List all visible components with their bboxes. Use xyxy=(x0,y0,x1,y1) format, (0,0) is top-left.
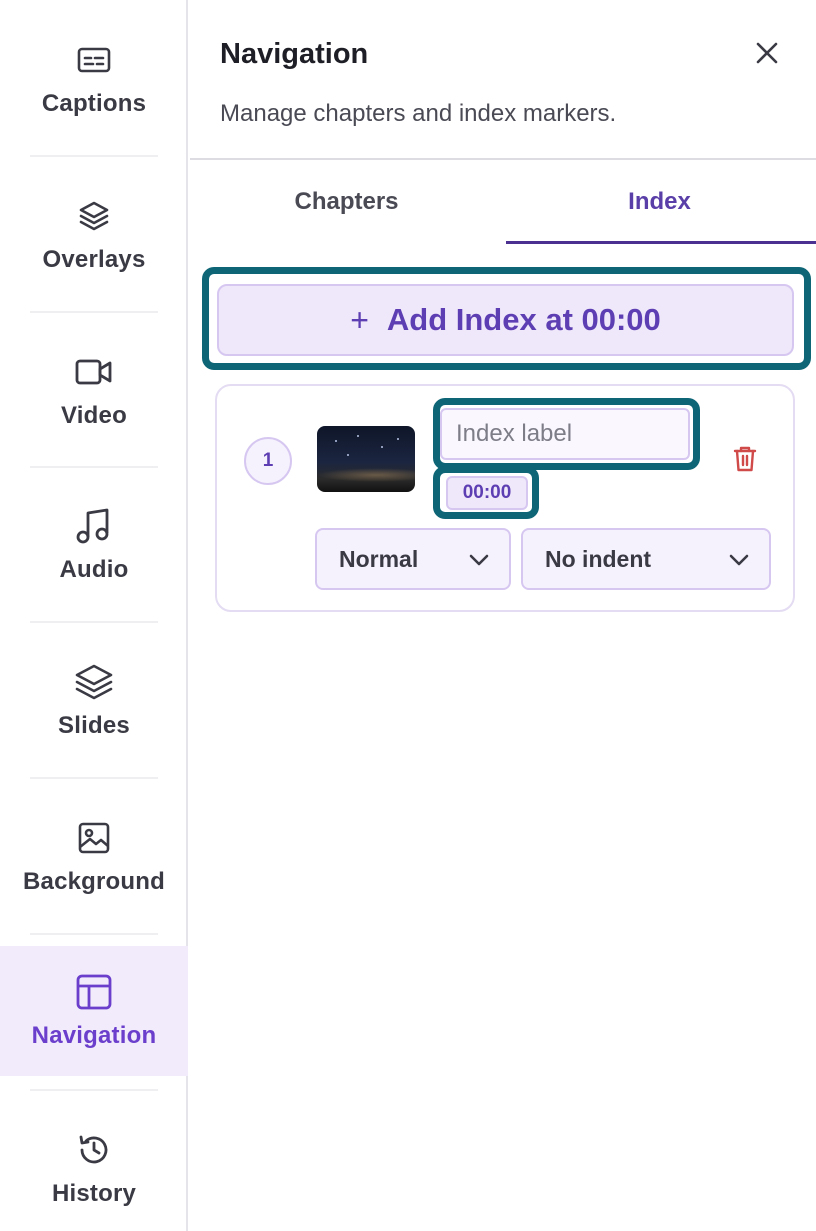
indent-select[interactable]: No indent xyxy=(521,528,771,590)
rail-divider xyxy=(30,777,158,779)
rail-divider xyxy=(30,1089,158,1091)
rail-divider xyxy=(30,621,158,623)
sidebar-rail: Captions Overlays Video Audio Slides Bac… xyxy=(0,0,188,1231)
sidebar-item-label: Video xyxy=(61,402,127,429)
rail-divider xyxy=(30,933,158,935)
delete-index-button[interactable] xyxy=(730,446,760,476)
trash-icon xyxy=(732,445,758,478)
add-index-label: Add Index at 00:00 xyxy=(386,302,661,337)
sidebar-item-captions[interactable]: Captions xyxy=(0,14,188,144)
tab-chapters[interactable]: Chapters xyxy=(190,160,503,244)
tab-index[interactable]: Index xyxy=(503,160,816,244)
sidebar-item-label: Background xyxy=(22,868,165,895)
chevron-down-icon xyxy=(467,548,491,572)
rail-divider xyxy=(30,155,158,157)
sidebar-item-label: Slides xyxy=(58,712,130,739)
highlight-outline xyxy=(433,398,700,470)
sidebar-item-audio[interactable]: Audio xyxy=(0,480,188,610)
panel-subtitle: Manage chapters and index markers. xyxy=(220,100,617,127)
close-icon xyxy=(755,41,779,70)
sidebar-item-slides[interactable]: Slides xyxy=(0,636,188,766)
plus-icon: + xyxy=(350,301,369,338)
index-number-badge: 1 xyxy=(244,437,292,485)
video-thumbnail xyxy=(317,426,415,492)
navigation-panel: Navigation Manage chapters and index mar… xyxy=(190,0,816,1231)
close-button[interactable] xyxy=(748,36,786,74)
chevron-down-icon xyxy=(727,548,751,572)
sidebar-item-label: History xyxy=(51,1180,137,1207)
rail-divider xyxy=(30,466,158,468)
music-note-icon xyxy=(74,506,114,546)
sidebar-item-label: Overlays xyxy=(42,246,146,273)
panel-title: Navigation xyxy=(220,38,369,70)
video-camera-icon xyxy=(74,352,114,392)
sidebar-item-label: Navigation xyxy=(31,1022,157,1049)
layers-icon xyxy=(74,196,114,236)
captions-icon xyxy=(74,40,114,80)
stack-icon xyxy=(74,662,114,702)
history-icon xyxy=(74,1130,114,1170)
image-icon xyxy=(74,818,114,858)
add-index-button[interactable]: + Add Index at 00:00 xyxy=(217,284,794,356)
sidebar-item-label: Audio xyxy=(59,556,129,583)
indent-select-value: No indent xyxy=(545,545,652,572)
sidebar-item-background[interactable]: Background xyxy=(0,792,188,922)
sidebar-item-overlays[interactable]: Overlays xyxy=(0,170,188,300)
layout-icon xyxy=(74,972,114,1012)
sidebar-item-history[interactable]: History xyxy=(0,1104,188,1231)
style-select-value: Normal xyxy=(339,545,419,572)
rail-divider xyxy=(30,311,158,313)
style-select[interactable]: Normal xyxy=(315,528,511,590)
panel-tabs: Chapters Index xyxy=(190,160,816,244)
highlight-outline xyxy=(433,466,539,519)
sidebar-item-video[interactable]: Video xyxy=(0,326,188,456)
sidebar-item-navigation[interactable]: Navigation xyxy=(0,946,188,1076)
sidebar-item-label: Captions xyxy=(41,90,147,117)
